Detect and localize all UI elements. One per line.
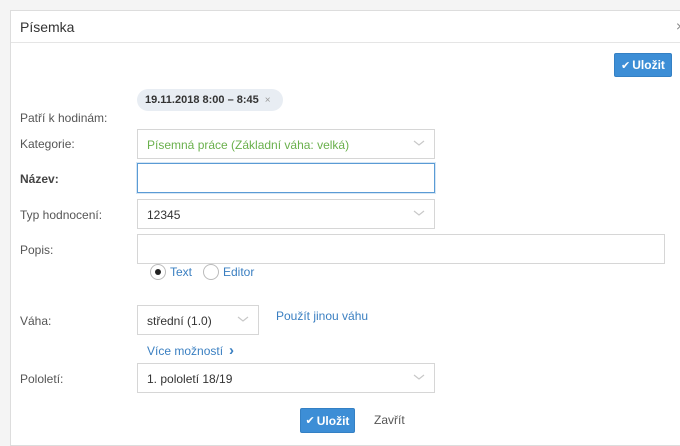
- semester-select[interactable]: 1. pololetí 18/19: [137, 363, 435, 393]
- save-button-bottom[interactable]: ✔ Uložit: [300, 408, 355, 433]
- lesson-label: Patří k hodinám:: [20, 111, 108, 125]
- semester-label: Pololetí:: [20, 372, 64, 386]
- name-input[interactable]: [137, 163, 435, 193]
- check-icon: ✔: [305, 415, 315, 427]
- chevron-down-icon: [413, 140, 425, 146]
- name-label: Název:: [20, 172, 59, 186]
- lesson-chip[interactable]: 19.11.2018 8:00 – 8:45 ×: [137, 89, 283, 111]
- eval-type-value: 12345: [147, 208, 181, 222]
- chevron-down-icon: [237, 316, 249, 322]
- modal-header: Písemka ×: [11, 11, 680, 43]
- save-button-top[interactable]: ✔ Uložit: [614, 53, 672, 77]
- category-label: Kategorie:: [20, 137, 75, 151]
- category-select[interactable]: Písemná práce (Základní váha: velká): [137, 129, 435, 159]
- other-weight-link[interactable]: Použít jinou váhu: [276, 309, 368, 323]
- category-value: Písemná práce (Základní váha: velká): [147, 138, 350, 152]
- chevron-down-icon: [413, 374, 425, 380]
- save-label: Uložit: [316, 413, 350, 428]
- remove-chip-icon[interactable]: ×: [265, 95, 271, 106]
- description-input[interactable]: [137, 234, 665, 264]
- more-options-label: Více možností: [147, 344, 224, 358]
- radio-text-indicator: [150, 264, 166, 280]
- check-icon: ✔: [621, 59, 631, 72]
- semester-value: 1. pololetí 18/19: [147, 372, 233, 386]
- radio-text-label: Text: [170, 265, 193, 279]
- close-button[interactable]: Zavřít: [374, 413, 405, 427]
- modal-title: Písemka: [20, 19, 75, 35]
- more-options-link[interactable]: Více možností ›: [147, 342, 235, 359]
- close-icon[interactable]: ×: [676, 18, 680, 34]
- radio-editor-indicator: [203, 264, 219, 280]
- chevron-right-icon: ›: [229, 342, 235, 359]
- eval-type-select[interactable]: 12345: [137, 199, 435, 229]
- chevron-down-icon: [413, 210, 425, 216]
- radio-editor-label: Editor: [223, 265, 255, 279]
- eval-type-label: Typ hodnocení:: [20, 208, 103, 222]
- radio-editor[interactable]: Editor: [203, 264, 254, 280]
- description-label: Popis:: [20, 243, 54, 257]
- lesson-chip-text: 19.11.2018 8:00 – 8:45: [145, 94, 259, 106]
- save-label: Uložit: [632, 58, 665, 72]
- weight-label: Váha:: [20, 314, 52, 328]
- weight-value: střední (1.0): [147, 314, 212, 328]
- radio-text[interactable]: Text: [150, 264, 192, 280]
- weight-select[interactable]: střední (1.0): [137, 305, 259, 335]
